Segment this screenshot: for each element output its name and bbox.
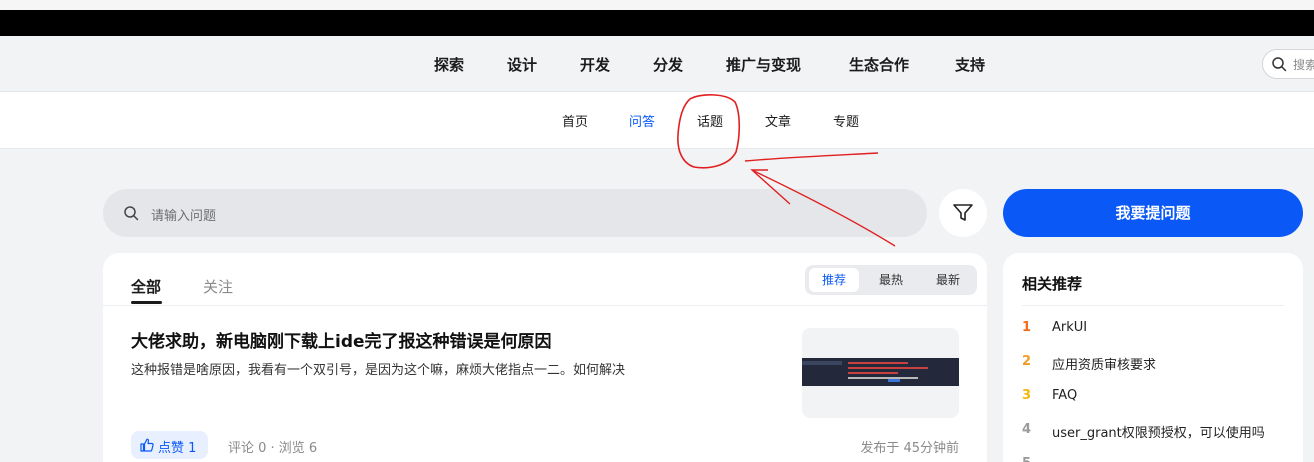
feed-divider xyxy=(103,305,987,306)
post-title[interactable]: 大佬求助，新电脑刚下载上ide完了报这种错误是何原因 xyxy=(131,327,552,352)
rank-number: 5 xyxy=(1022,456,1036,462)
post-stats: 评论 0 · 浏览 6 xyxy=(228,441,318,456)
like-button[interactable]: 点赞 1 xyxy=(131,431,208,459)
recommendation-label: user_grant权限预授权，可以使用吗 xyxy=(1052,426,1265,441)
post-time: 发布于 45分钟前 xyxy=(860,441,959,456)
rank-number: 4 xyxy=(1022,422,1032,437)
thumbs-up-icon xyxy=(140,438,154,452)
nav-item-explore[interactable]: 探索 xyxy=(434,54,464,75)
tab-articles[interactable]: 文章 xyxy=(765,111,791,130)
tab-specials[interactable]: 专题 xyxy=(833,111,859,130)
feed-tab-following[interactable]: 关注 xyxy=(203,276,233,297)
active-tab-indicator xyxy=(131,301,162,304)
ask-question-button[interactable]: 我要提问题 xyxy=(1003,189,1303,237)
recommendation-label: 应用资质审核要求 xyxy=(1052,358,1157,373)
search-icon xyxy=(124,206,139,221)
recommendation-label: FAQ xyxy=(1052,388,1078,403)
tab-qa[interactable]: 问答 xyxy=(629,111,655,130)
nav-item-distribute[interactable]: 分发 xyxy=(653,54,683,75)
filter-button[interactable] xyxy=(939,189,987,237)
browser-top-strip xyxy=(0,0,1314,10)
main-nav: 探索 设计 开发 分发 推广与变现 生态合作 支持 搜索 xyxy=(0,36,1314,92)
rank-number: 1 xyxy=(1022,320,1032,335)
filter-icon xyxy=(953,204,973,221)
nav-item-design[interactable]: 设计 xyxy=(507,54,537,75)
rank-number: 2 xyxy=(1022,354,1032,369)
search-icon xyxy=(1272,57,1287,72)
sidebar-title: 相关推荐 xyxy=(1022,275,1083,293)
black-banner xyxy=(0,10,1314,36)
sort-recommended[interactable]: 推荐 xyxy=(809,268,859,292)
sort-toggle: 推荐 最热 最新 xyxy=(805,265,977,295)
rank-number: 3 xyxy=(1022,388,1032,403)
question-search-placeholder: 请输入问题 xyxy=(151,209,217,224)
recommendation-label: ArkUI xyxy=(1052,320,1088,335)
nav-item-support[interactable]: 支持 xyxy=(955,54,985,75)
sort-newest[interactable]: 最新 xyxy=(923,268,973,292)
question-feed: 全部 关注 推荐 最热 最新 大佬求助，新电脑刚下载上ide完了报这种错误是何原… xyxy=(103,253,987,462)
feed-tab-all[interactable]: 全部 xyxy=(131,276,161,297)
post-summary[interactable]: 这种报错是啥原因，我看有一个双引号，是因为这个嘛，麻烦大佬指点一二。如何解决 xyxy=(131,359,625,378)
tab-home[interactable]: 首页 xyxy=(562,111,588,130)
nav-item-ecosystem[interactable]: 生态合作 xyxy=(849,54,909,75)
global-search-placeholder: 搜索 xyxy=(1293,58,1314,72)
thumbnail-screenshot xyxy=(802,358,959,386)
sidebar-divider xyxy=(1022,305,1284,306)
global-search-input[interactable]: 搜索 xyxy=(1262,49,1314,79)
question-search-input[interactable]: 请输入问题 xyxy=(103,189,927,237)
related-recommendations: 相关推荐 1 ArkUI 2 应用资质审核要求 3 FAQ 4 user_gra… xyxy=(1003,253,1303,462)
sub-nav: 首页 问答 话题 文章 专题 xyxy=(0,92,1314,149)
nav-item-develop[interactable]: 开发 xyxy=(580,54,610,75)
red-underline-annotation xyxy=(744,152,879,162)
post-thumbnail[interactable] xyxy=(802,328,959,418)
sort-hottest[interactable]: 最热 xyxy=(866,268,916,292)
like-label: 点赞 1 xyxy=(158,441,197,456)
tab-topics[interactable]: 话题 xyxy=(697,111,723,130)
nav-item-promote[interactable]: 推广与变现 xyxy=(726,54,801,75)
